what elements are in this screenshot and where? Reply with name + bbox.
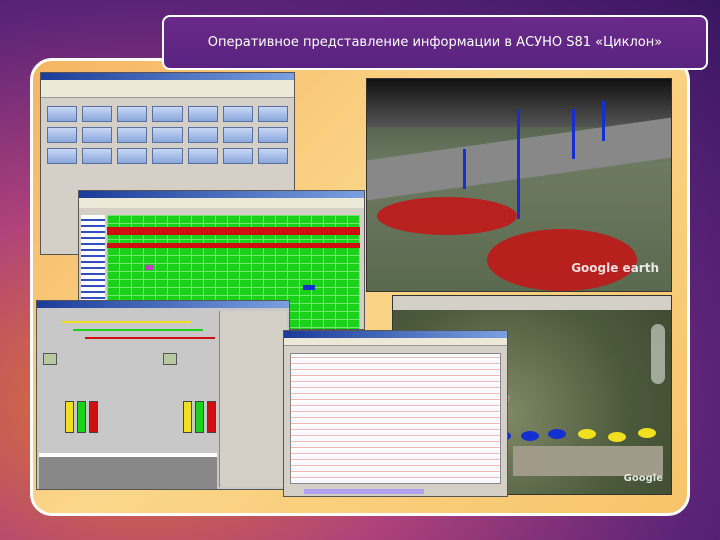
object-button <box>257 106 288 122</box>
lamp-pole <box>572 109 575 159</box>
fuse <box>183 401 192 433</box>
tab-strip <box>79 198 364 208</box>
alarm-row <box>107 227 360 235</box>
object-button <box>117 106 148 122</box>
button-grid <box>41 98 294 172</box>
title-bar <box>284 331 507 338</box>
object-button <box>152 148 183 164</box>
title-bar <box>79 191 364 198</box>
object-button <box>257 127 288 143</box>
status-cell <box>145 265 153 270</box>
contactor <box>43 353 57 365</box>
fuse <box>207 401 216 433</box>
alarm-row <box>107 243 360 248</box>
tab-strip <box>284 338 507 346</box>
lamp-marker <box>578 429 596 439</box>
fuse <box>77 401 86 433</box>
object-button <box>47 106 78 122</box>
earth-3d-view: Google earth <box>366 78 672 292</box>
object-button <box>117 127 148 143</box>
object-button <box>47 127 78 143</box>
zoom-control <box>651 324 665 384</box>
plaza <box>513 446 663 476</box>
fuse <box>65 401 74 433</box>
object-button <box>47 148 78 164</box>
switch-diagram-screenshot <box>36 300 290 490</box>
measurement-table <box>290 353 501 484</box>
phase-wire <box>85 337 215 339</box>
object-button <box>222 148 253 164</box>
status-cell <box>303 285 315 290</box>
slide-title-text: Оперативное представление информации в А… <box>207 35 663 50</box>
google-watermark: Google <box>623 473 663 484</box>
title-bar <box>37 301 289 308</box>
lamp-pole <box>463 149 466 189</box>
slide-title: Оперативное представление информации в А… <box>162 15 708 70</box>
contactor <box>163 353 177 365</box>
lamp-marker <box>548 429 566 439</box>
object-button <box>187 106 218 122</box>
object-button <box>117 148 148 164</box>
measurements-table-screenshot <box>283 330 508 497</box>
object-button <box>82 106 113 122</box>
lamp-marker <box>608 432 626 442</box>
lamp-pole <box>602 101 605 141</box>
toolbar <box>41 80 294 98</box>
object-button <box>82 148 113 164</box>
object-button <box>82 127 113 143</box>
lamp-pole <box>517 109 520 219</box>
info-panel <box>219 311 287 487</box>
google-earth-watermark: Google earth <box>571 261 659 275</box>
object-button <box>152 127 183 143</box>
phase-wire <box>73 329 203 331</box>
fuse <box>195 401 204 433</box>
event-log <box>39 453 217 489</box>
lamp-marker <box>638 428 656 438</box>
lamp-marker <box>521 431 539 441</box>
object-button <box>222 106 253 122</box>
object-button <box>222 127 253 143</box>
object-button <box>187 148 218 164</box>
object-button <box>152 106 183 122</box>
lighting-zone <box>487 229 637 291</box>
object-button <box>187 127 218 143</box>
toolbar <box>393 296 671 310</box>
progress-strip <box>304 489 424 494</box>
title-bar <box>41 73 294 80</box>
lighting-zone <box>377 197 517 235</box>
fuse <box>89 401 98 433</box>
object-button <box>257 148 288 164</box>
phase-wire <box>61 321 191 323</box>
